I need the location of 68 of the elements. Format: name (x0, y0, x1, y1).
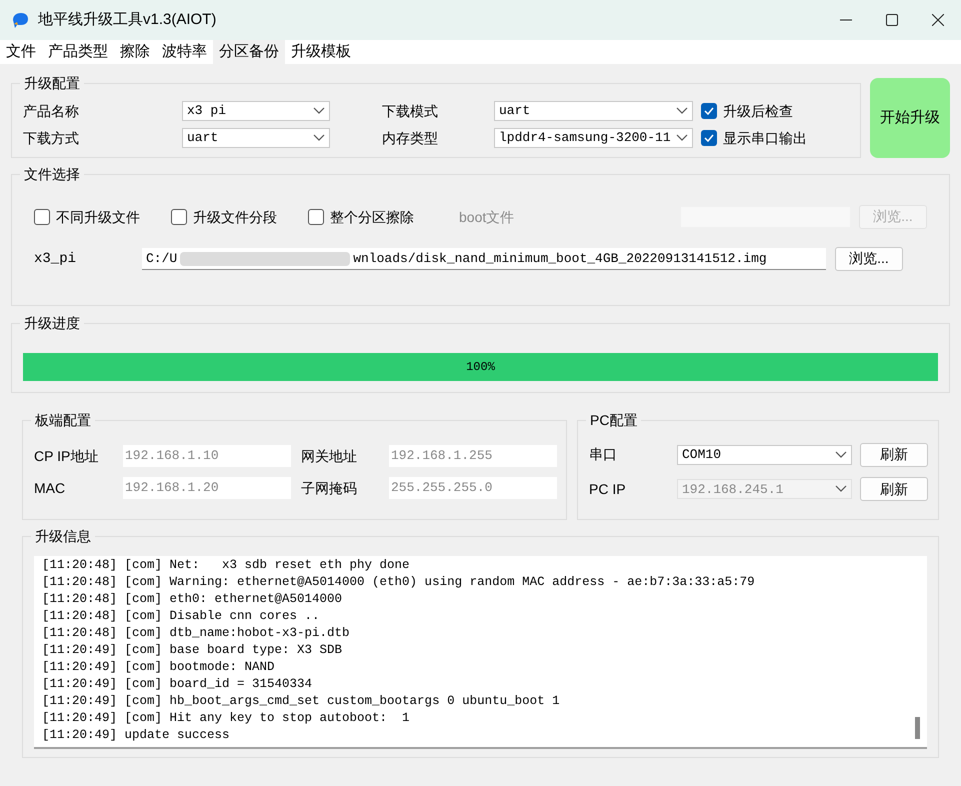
log-line: [11:20:48] [com] eth0: ethernet@A5014000 (42, 591, 344, 608)
dropdown[interactable]: uart (182, 128, 330, 148)
field-label: 下载方式 (23, 128, 80, 148)
log-line: [11:20:49] update success (42, 727, 231, 744)
chevron-down-icon (313, 134, 325, 142)
window-title: 地平线升级工具v1.3(AIOT) (38, 10, 216, 30)
dropdown[interactable]: x3 pi (182, 101, 330, 121)
group-title: 升级进度 (20, 314, 84, 332)
browse-button[interactable]: 刷新 (860, 442, 928, 466)
group-title: 升级信息 (31, 527, 95, 545)
checkbox[interactable] (701, 103, 717, 119)
boot-file-label: boot文件 (459, 208, 514, 226)
log-line: [11:20:49] [com] bootmode: NAND (42, 659, 276, 676)
maximize-icon (886, 14, 898, 26)
field-label: 内存类型 (382, 128, 439, 148)
browse-button[interactable]: 浏览... (835, 246, 903, 271)
check-icon (704, 134, 714, 142)
group-title: 板端配置 (31, 411, 95, 429)
minimize-icon (840, 19, 852, 21)
log-line: [11:20:49] [com] base board type: X3 SDB (42, 642, 344, 659)
field-label: 产品名称 (23, 102, 80, 120)
chevron-down-icon (835, 485, 847, 494)
menu-item[interactable]: 分区备份 (213, 40, 285, 64)
log-line: [11:20:48] [com] Disable cnn cores .. (42, 608, 321, 625)
log-line: [11:20:49] [com] board_id = 31540334 (42, 676, 314, 693)
log-line: [11:20:49] [com] hb_boot_args_cmd_set custom_bootargs 0 ubuntu_boot 1 (42, 693, 561, 710)
field-label: 网关地址 (301, 447, 358, 466)
start-upgrade-button[interactable]: 开始升级 (870, 78, 950, 158)
log-line: [11:20:49] [com] Hit any key to stop autoboot: 1 (42, 710, 411, 727)
dropdown[interactable]: COM10 (677, 444, 852, 465)
file-label: x3_pi (34, 250, 78, 268)
checkbox-label: 升级后检查 (723, 102, 793, 120)
checkbox[interactable] (701, 130, 717, 146)
checkbox-label: 整个分区擦除 (330, 208, 414, 226)
checkbox[interactable] (308, 209, 324, 225)
field-label: 串口 (589, 445, 618, 464)
ip-field[interactable]: 192.168.1.10 (123, 445, 291, 467)
field-label: MAC (34, 479, 66, 498)
dropdown[interactable]: uart (494, 101, 693, 121)
group-title: 文件选择 (20, 165, 84, 183)
check-icon (704, 107, 714, 115)
field-label: 下载模式 (382, 102, 439, 120)
scrollbar-thumb[interactable] (914, 717, 920, 739)
checkbox-label: 升级文件分段 (193, 208, 277, 226)
checkbox[interactable] (171, 209, 187, 225)
field-label: CP IP地址 (34, 447, 100, 466)
group-title: 升级配置 (20, 74, 84, 92)
file-path-field[interactable]: C:/U wnloads/disk_nand_minimum_boot_4GB_20220913141512.img (142, 248, 826, 270)
dropdown[interactable]: lpddr4-samsung-3200-11 (494, 128, 693, 148)
group-title: PC配置 (586, 411, 642, 429)
log-line: [11:20:48] [com] Warning: ethernet@A5014000 (eth0) using random MAC address - ae:b7:3a:33:a5:79 (42, 574, 756, 591)
ip-field[interactable]: 192.168.1.20 (123, 477, 291, 499)
chevron-down-icon (313, 107, 325, 115)
checkbox-label: 显示串口输出 (723, 128, 807, 148)
log-line: [11:20:48] [com] dtb_name:hobot-x3-pi.dtb (42, 625, 351, 642)
checkbox[interactable] (34, 209, 50, 225)
app-logo-icon (10, 11, 30, 29)
chevron-down-icon (676, 134, 688, 142)
field-label: 子网掩码 (301, 479, 358, 498)
progress-reading: 100% (465, 359, 496, 376)
chevron-down-icon (676, 107, 688, 115)
ip-field[interactable]: 192.168.1.255 (389, 445, 557, 467)
field-label: PC IP (589, 480, 627, 499)
close-icon (932, 14, 944, 26)
chevron-down-icon (835, 450, 847, 459)
ip-field[interactable]: 255.255.255.0 (389, 477, 557, 499)
checkbox-label: 不同升级文件 (56, 208, 140, 226)
log-line: [11:20:48] [com] Net: x3 sdb reset eth phy done (42, 557, 411, 574)
